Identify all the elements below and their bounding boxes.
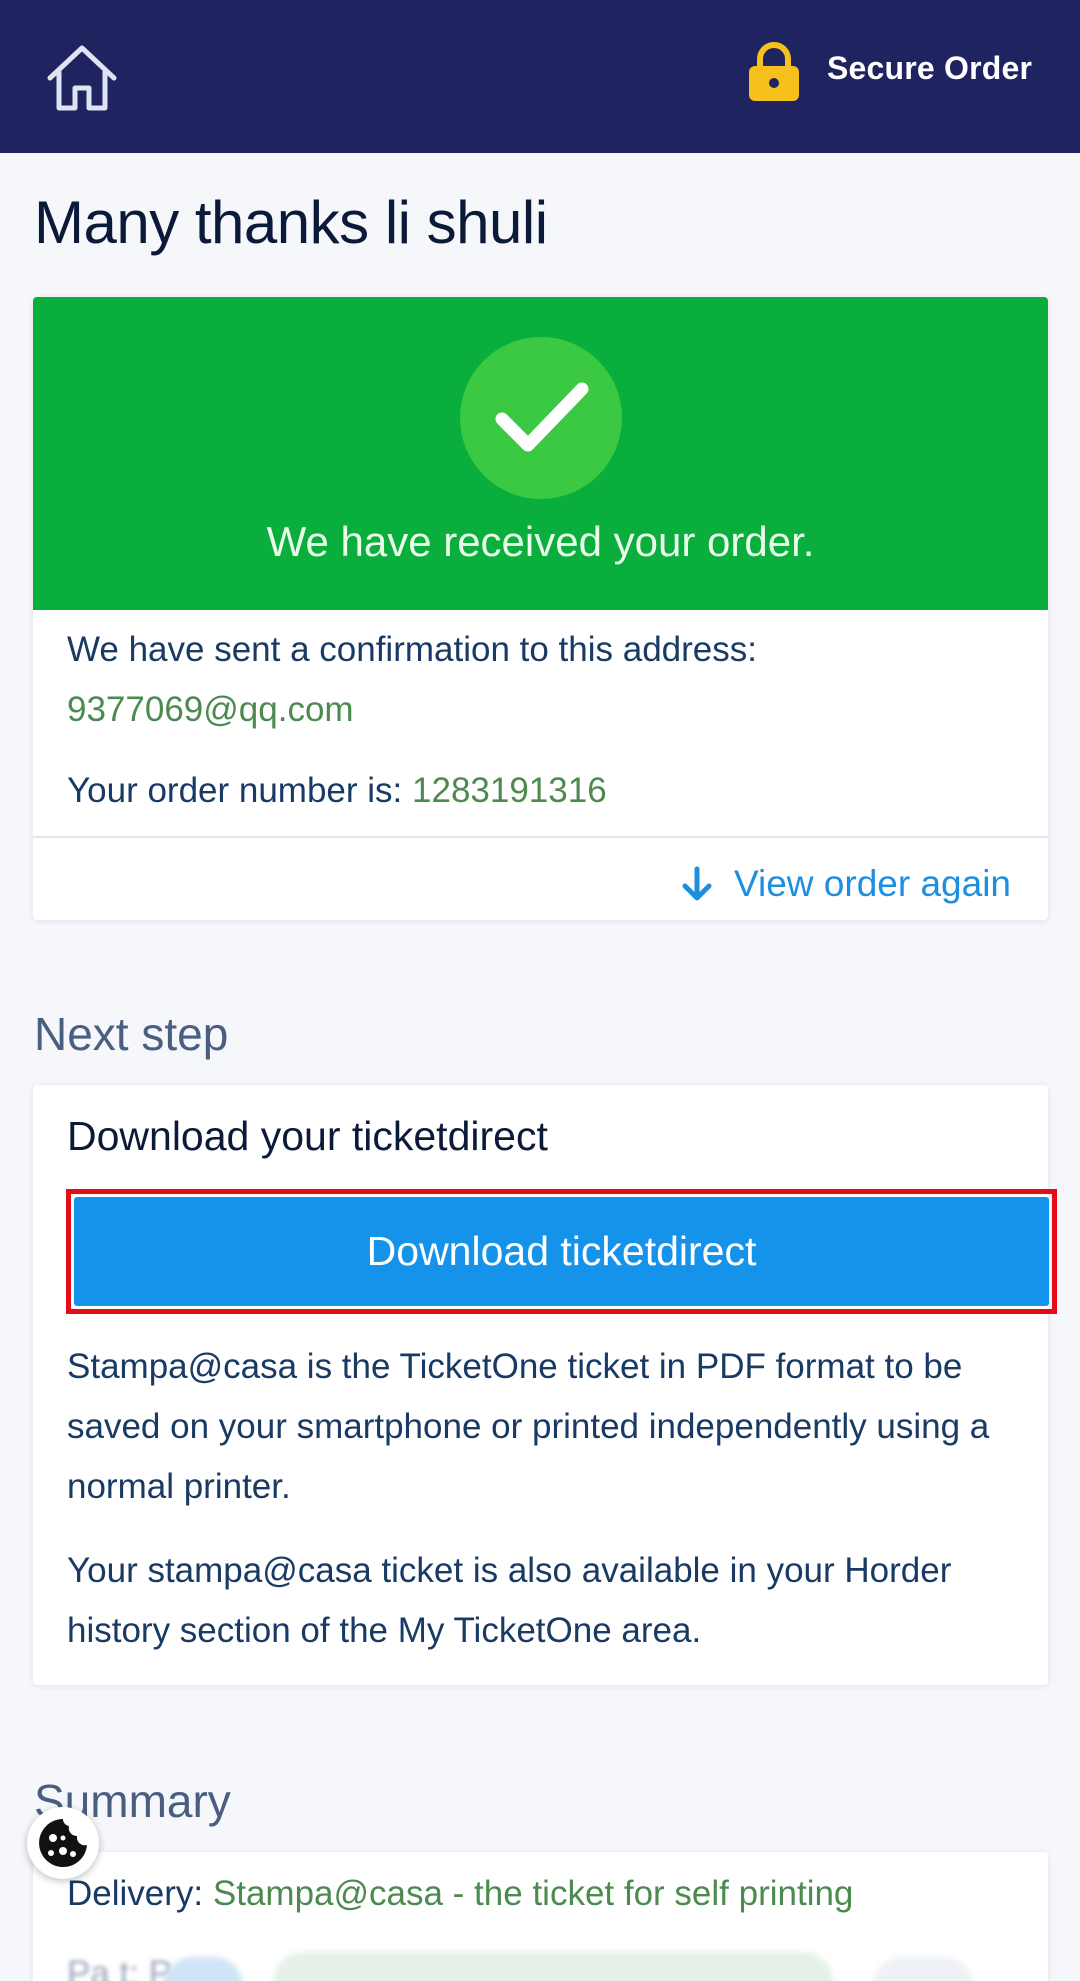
- order-number-label: Your order number is:: [67, 771, 403, 810]
- lock-icon: [749, 42, 799, 101]
- check-icon: [460, 337, 622, 499]
- order-number-value: 1283191316: [412, 771, 607, 810]
- delivery-line: Delivery: Stampa@casa - the ticket for s…: [67, 1874, 853, 1914]
- blurred-overlay-toast: [273, 1952, 833, 1981]
- confirmation-text: We have sent a confirmation to this addr…: [67, 630, 757, 669]
- success-banner: We have received your order.: [33, 297, 1048, 610]
- download-button-highlight: Download ticketdirect: [66, 1189, 1057, 1314]
- view-order-label: View order again: [734, 863, 1011, 904]
- divider: [33, 836, 1048, 838]
- blurred-overlay-button: [873, 1957, 973, 1981]
- order-number-line: Your order number is: 1283191316: [67, 771, 607, 811]
- download-ticketdirect-button[interactable]: Download ticketdirect: [74, 1197, 1049, 1306]
- next-step-card: Download your ticketdirect Download tick…: [33, 1085, 1057, 1685]
- blurred-overlay-avatar: [163, 1957, 243, 1981]
- cookie-icon: [39, 1819, 87, 1867]
- download-heading: Download your ticketdirect: [67, 1113, 548, 1159]
- summary-card: Delivery: Stampa@casa - the ticket for s…: [33, 1852, 1048, 1981]
- page-title: Many thanks li shuli: [34, 189, 548, 256]
- cookie-settings-button[interactable]: [27, 1807, 99, 1879]
- arrow-down-icon: [682, 866, 712, 901]
- order-history-note: Your stampa@casa ticket is also availabl…: [67, 1551, 952, 1650]
- order-confirmation-card: We have received your order. We have sen…: [33, 297, 1048, 920]
- home-icon[interactable]: [44, 42, 120, 114]
- top-navigation-bar: Secure Order: [0, 0, 1080, 153]
- delivery-label: Delivery:: [67, 1874, 204, 1913]
- view-order-again-link[interactable]: View order again: [680, 854, 1011, 914]
- order-received-message: We have received your order.: [266, 518, 815, 565]
- secure-order-label: Secure Order: [827, 50, 1033, 86]
- confirmation-email: 9377069@qq.com: [67, 690, 354, 729]
- stampa-description: Stampa@casa is the TicketOne ticket in P…: [67, 1347, 990, 1506]
- obscured-summary-row: Pa t: P: [67, 1954, 173, 1981]
- next-step-title: Next step: [34, 1008, 229, 1060]
- delivery-value: Stampa@casa - the ticket for self printi…: [212, 1874, 854, 1913]
